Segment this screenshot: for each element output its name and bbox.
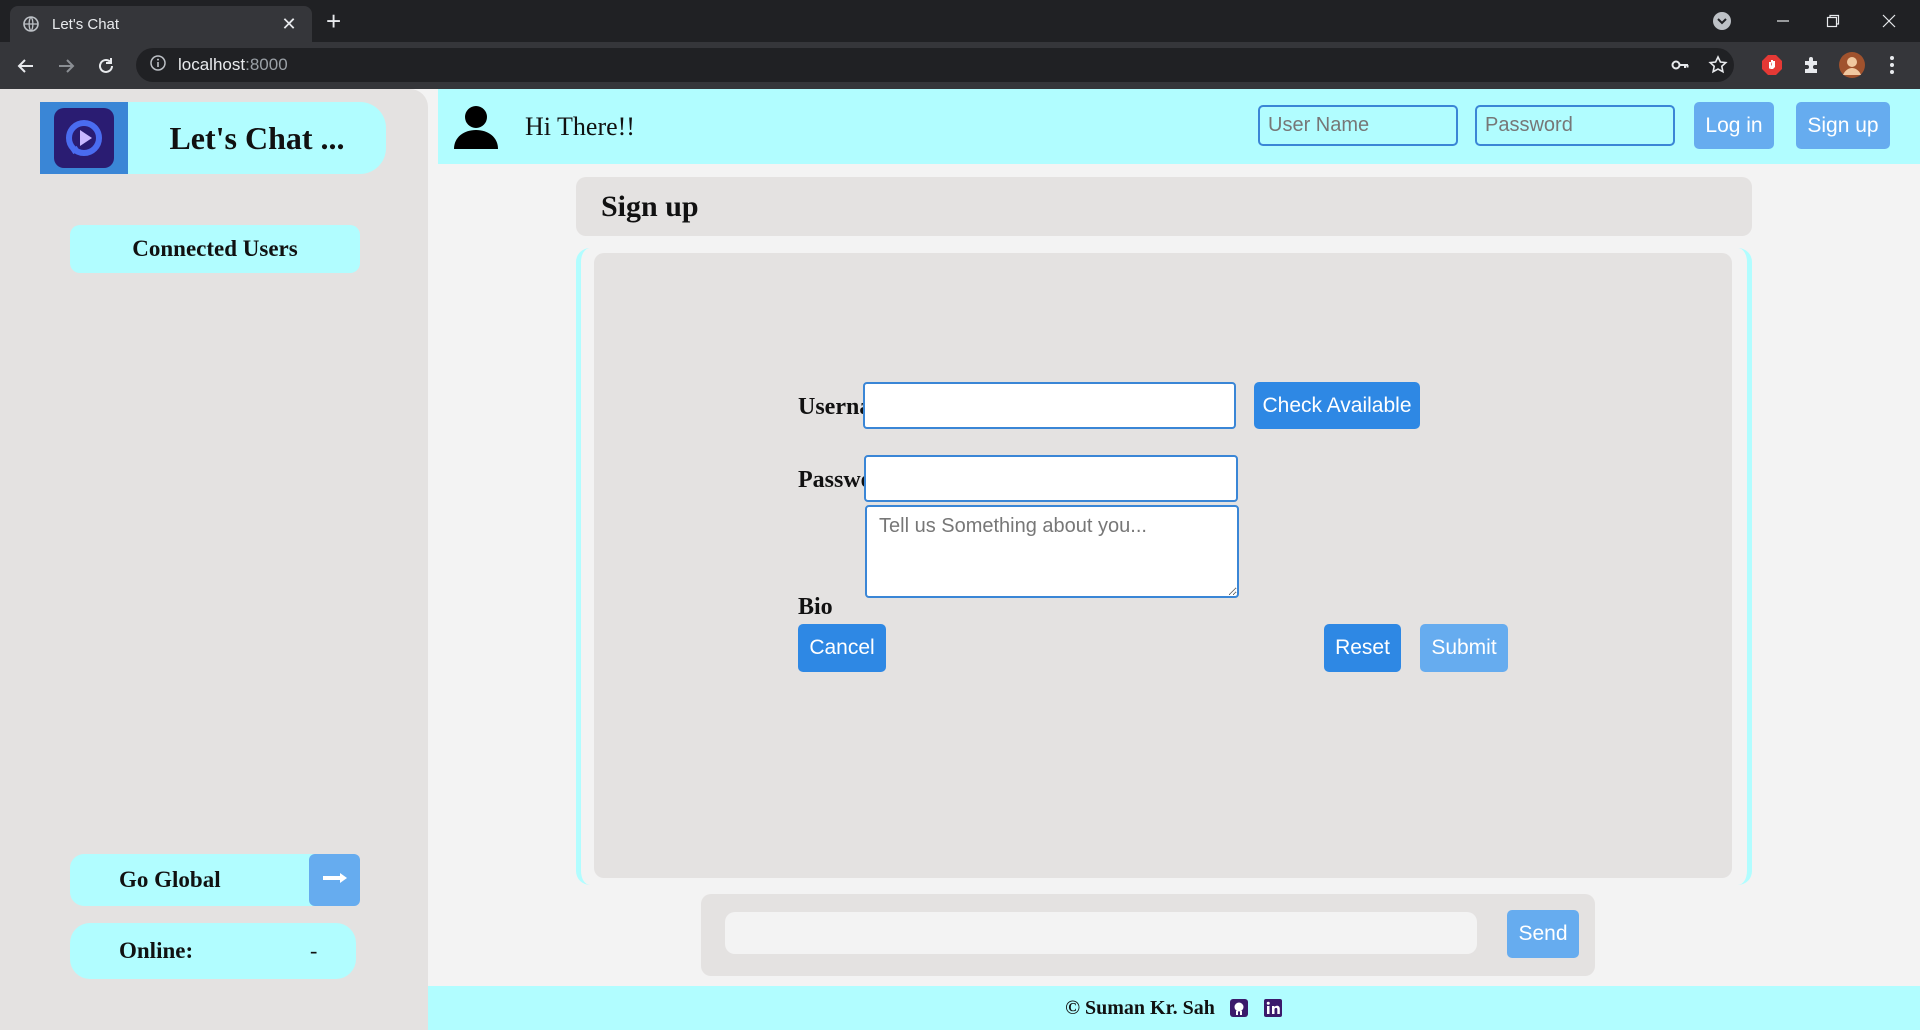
linkedin-icon[interactable] xyxy=(1263,998,1283,1018)
puzzle-icon[interactable] xyxy=(1797,50,1827,80)
key-icon[interactable] xyxy=(1666,48,1694,82)
user-silhouette-icon xyxy=(452,103,500,151)
arrow-right-icon xyxy=(321,871,349,890)
app-root: Let's Chat ... Connected Users Go Global… xyxy=(0,89,1920,1030)
app-logo xyxy=(40,102,128,174)
reset-button[interactable]: Reset xyxy=(1324,624,1401,672)
back-arrow-icon[interactable] xyxy=(12,52,40,80)
send-button[interactable]: Send xyxy=(1507,910,1579,958)
online-count: - xyxy=(310,938,318,963)
globe-icon xyxy=(22,15,40,33)
sidebar: Let's Chat ... Connected Users Go Global… xyxy=(0,89,428,1030)
restore-icon[interactable] xyxy=(1810,0,1856,42)
signup-form-panel: Username Check Available Password Bio Ca… xyxy=(594,253,1732,878)
signup-username-input[interactable] xyxy=(863,382,1236,429)
plus-icon[interactable]: + xyxy=(326,8,341,34)
browser-toolbar: localhost:8000 xyxy=(0,42,1920,89)
play-logo-icon xyxy=(54,108,114,168)
signup-title: Sign up xyxy=(576,177,1752,236)
star-icon[interactable] xyxy=(1704,48,1732,82)
adblock-icon[interactable] xyxy=(1757,50,1787,80)
address-bar[interactable]: localhost:8000 xyxy=(136,48,1734,82)
tab-title: Let's Chat xyxy=(52,15,120,33)
greeting-text: Hi There!! xyxy=(525,111,635,141)
cancel-button[interactable]: Cancel xyxy=(798,624,886,672)
info-icon[interactable] xyxy=(150,54,166,76)
bio-textarea[interactable] xyxy=(865,505,1239,598)
window-close-icon[interactable] xyxy=(1866,0,1912,42)
forward-arrow-icon[interactable] xyxy=(52,52,80,80)
bio-label: Bio xyxy=(798,594,833,620)
login-username-input[interactable] xyxy=(1258,105,1458,146)
login-button[interactable]: Log in xyxy=(1694,102,1774,149)
url-port: :8000 xyxy=(245,55,288,74)
reload-icon[interactable] xyxy=(92,52,120,80)
github-icon[interactable] xyxy=(1229,998,1249,1018)
check-available-button[interactable]: Check Available xyxy=(1254,382,1420,429)
signup-password-input[interactable] xyxy=(864,455,1238,502)
footer: © Suman Kr. Sah xyxy=(428,986,1920,1030)
login-password-input[interactable] xyxy=(1475,105,1675,146)
main-content: Sign up Username Check Available Passwor… xyxy=(438,164,1920,986)
minimize-icon[interactable] xyxy=(1760,0,1806,42)
connected-users-header: Connected Users xyxy=(70,225,360,273)
chevron-down-icon[interactable] xyxy=(1706,0,1738,42)
browser-tab-strip: Let's Chat ✕ + xyxy=(0,0,1920,42)
signup-top-button[interactable]: Sign up xyxy=(1796,102,1890,149)
profile-avatar-icon[interactable] xyxy=(1837,50,1867,80)
submit-button[interactable]: Submit xyxy=(1420,624,1508,672)
footer-credit: © Suman Kr. Sah xyxy=(1065,996,1215,1019)
top-bar: Hi There!! Log in Sign up xyxy=(438,89,1920,164)
browser-tab[interactable]: Let's Chat ✕ xyxy=(10,6,312,42)
brand-title: Let's Chat ... xyxy=(169,119,345,156)
url-host: localhost xyxy=(178,55,246,74)
go-global-button[interactable] xyxy=(309,854,360,906)
address-url: localhost:8000 xyxy=(178,55,288,75)
message-input[interactable] xyxy=(725,912,1477,954)
message-composer: Send xyxy=(701,894,1595,976)
close-icon[interactable]: ✕ xyxy=(278,14,300,35)
brand: Let's Chat ... xyxy=(40,102,386,174)
more-icon[interactable] xyxy=(1877,50,1907,80)
